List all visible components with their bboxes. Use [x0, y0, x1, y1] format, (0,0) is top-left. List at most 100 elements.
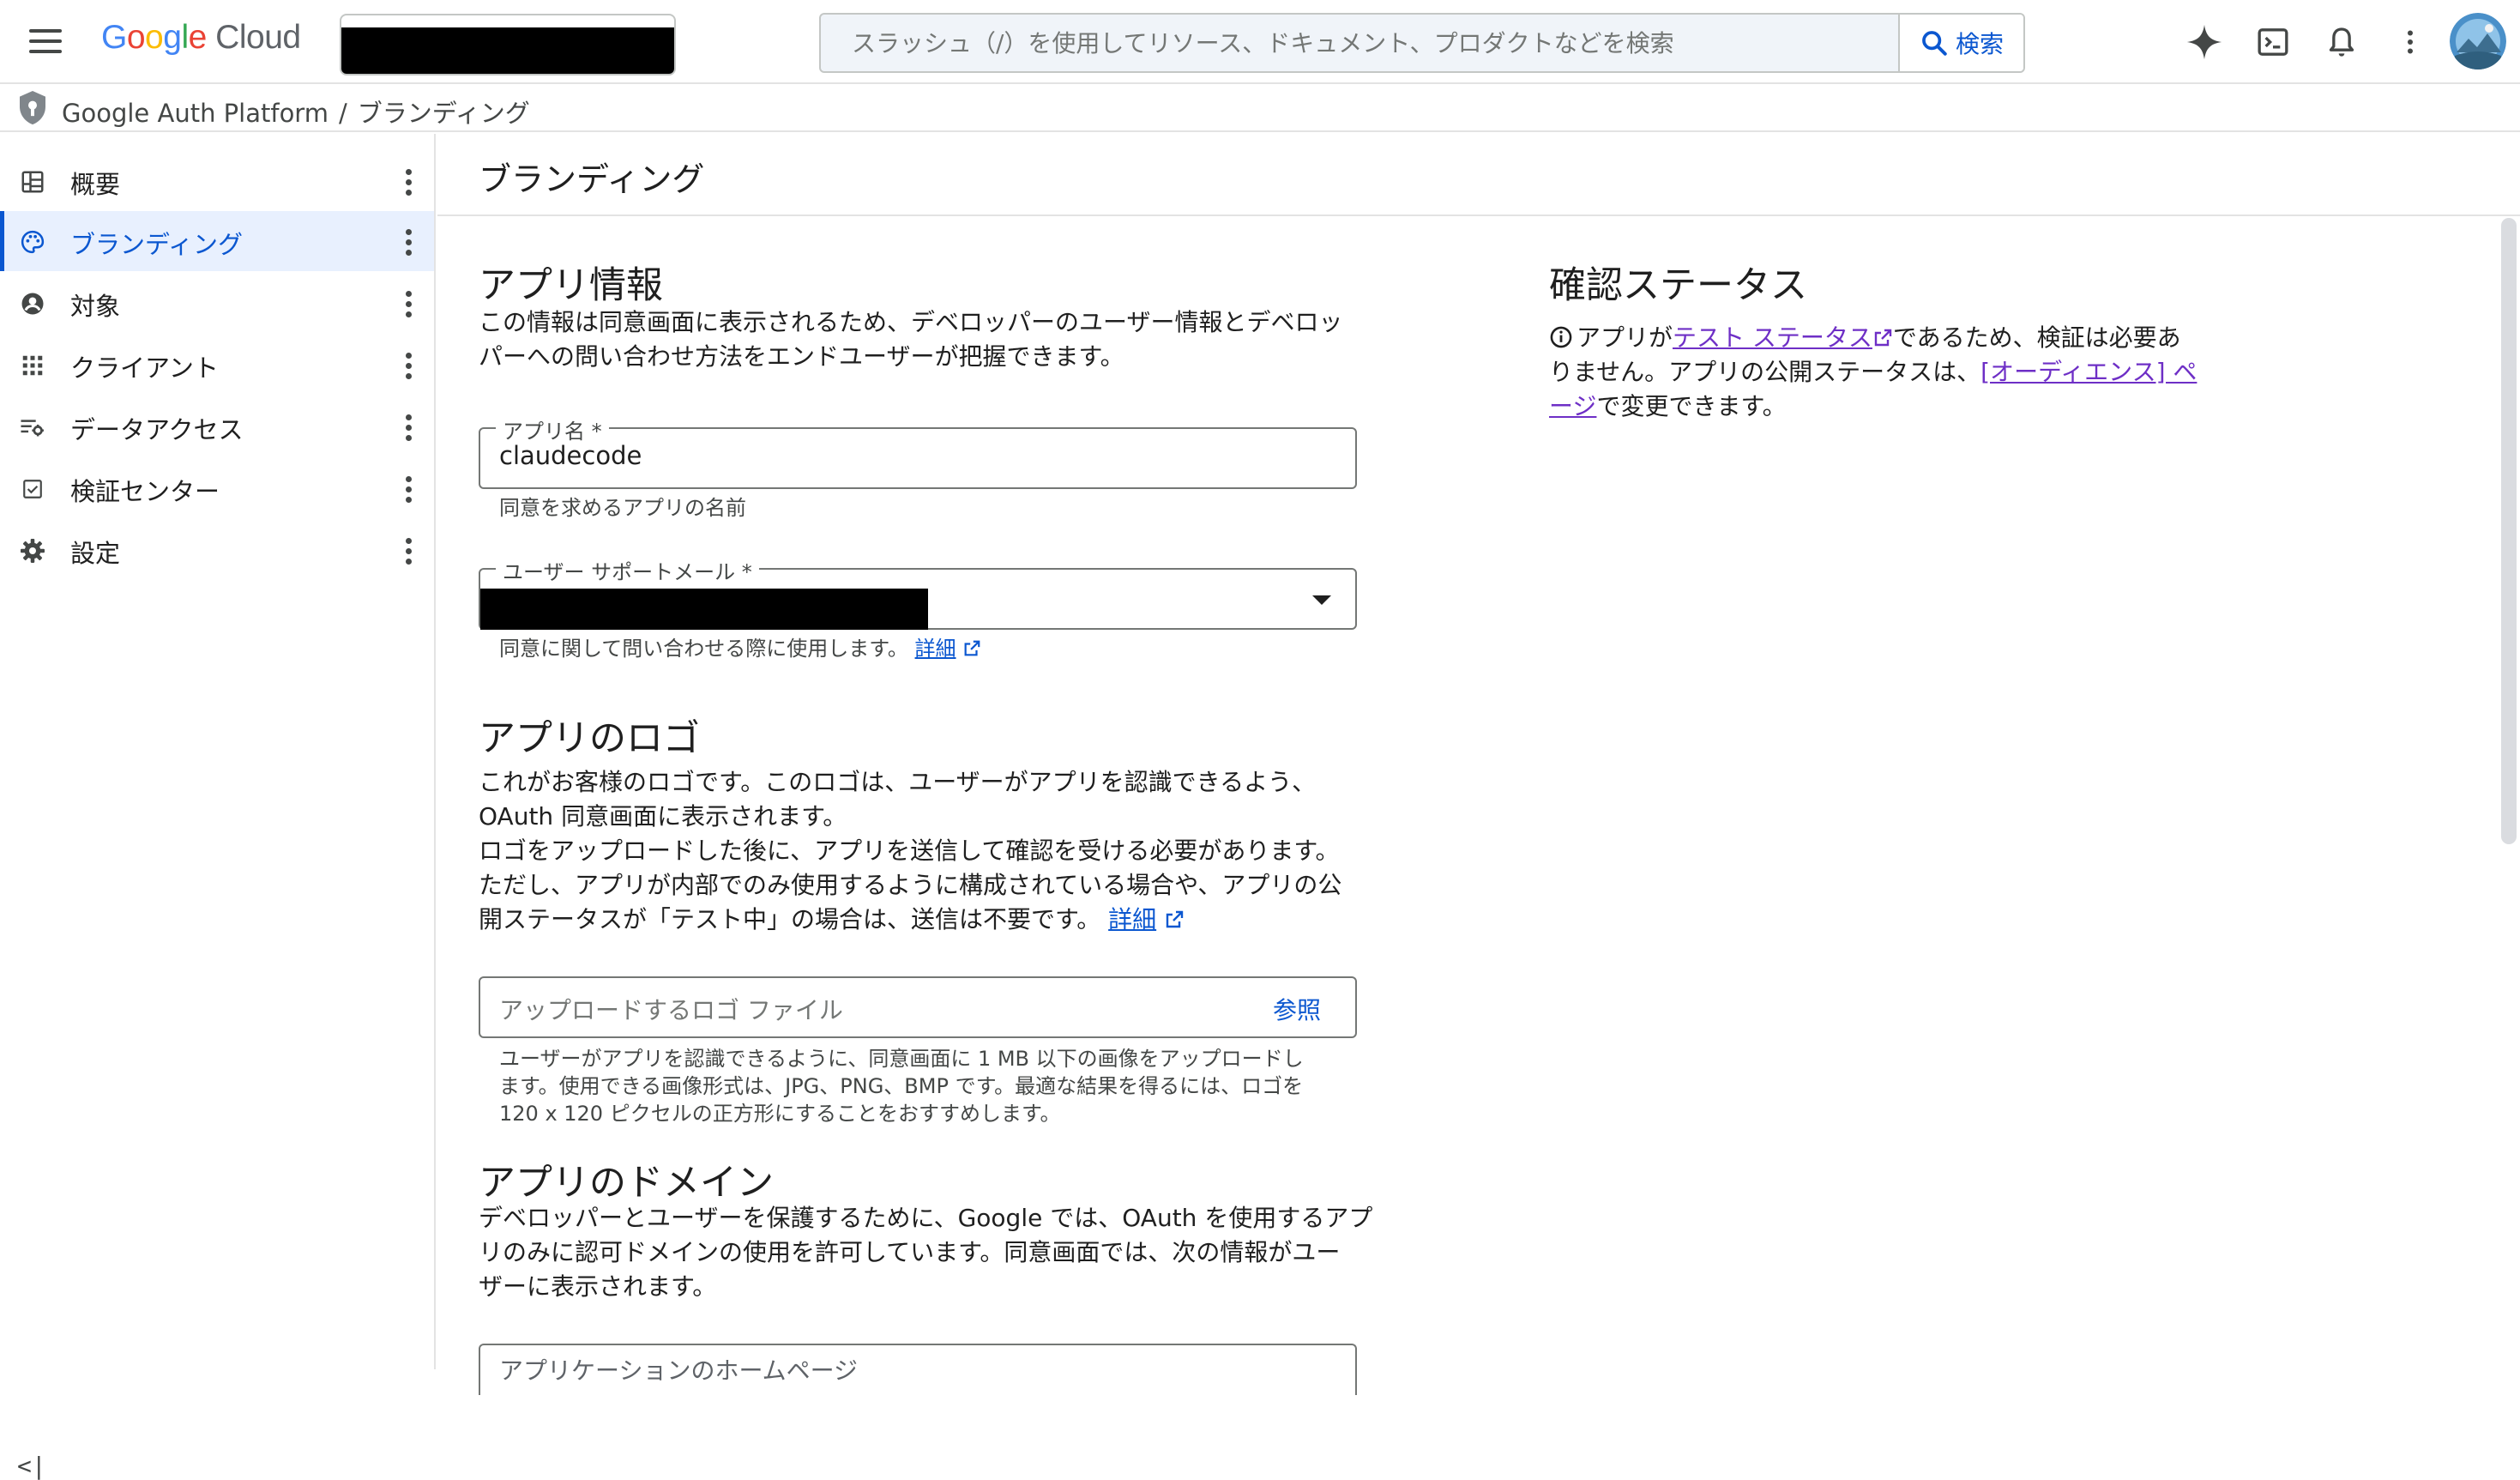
sidebar-item-more-button[interactable] — [393, 410, 424, 444]
redacted-project-name — [341, 27, 674, 74]
app-domain-description: デベロッパーとユーザーを保護するために、Google では、OAuth を使用す… — [479, 1201, 1422, 1304]
sidebar-item-label: 概要 — [70, 170, 121, 199]
sidebar-item-overview[interactable]: 概要 — [0, 151, 434, 211]
app-logo-description-text: 開ステータスが「テスト中」の場合は、送信は不要です。 — [479, 905, 1101, 933]
app-logo-description-line: ロゴをアップロードした後に、アプリを送信して確認を受ける必要があります。 — [479, 837, 1340, 865]
cloud-shell-button[interactable] — [2252, 21, 2294, 63]
breadcrumb: Google Auth Platform / ブランディング — [0, 84, 2520, 132]
terminal-icon — [2258, 28, 2288, 56]
top-bar: Google Cloud 検索 — [0, 0, 2520, 84]
sidebar-item-label: 対象 — [70, 292, 121, 321]
sidebar-item-more-button[interactable] — [393, 348, 424, 383]
sidebar-item-more-button[interactable] — [393, 225, 424, 259]
app-info-description: この情報は同意画面に表示されるため、デベロッパーのユーザー情報とデベロッ パーへ… — [479, 305, 1422, 374]
app-homepage-field[interactable]: アプリケーションのホームページ — [479, 1344, 1357, 1395]
verification-line2-text: りません。アプリの公開ステータスは、 — [1549, 358, 1981, 386]
search-input[interactable] — [821, 15, 1898, 71]
gemini-button[interactable] — [2184, 21, 2225, 63]
app-name-helper: 同意を求めるアプリの名前 — [499, 496, 746, 520]
audience-page-link[interactable]: [オーディエンス] ペ — [1980, 358, 2197, 386]
app-domain-description-line: リのみに認可ドメインの使用を許可しています。同意画面では、次の情報がユー — [479, 1238, 1341, 1266]
support-email-learn-more-link[interactable]: 詳細 — [915, 637, 956, 661]
app-info-description-line: パーへの問い合わせ方法をエンドユーザーが把握できます。 — [479, 342, 1124, 371]
verification-status-text: アプリがテスト ステータス であるため、検証は必要あ りません。アプリの公開ステー… — [1549, 321, 2201, 424]
breadcrumb-root[interactable]: Google Auth Platform — [62, 99, 329, 128]
sidebar-item-clients[interactable]: クライアント — [0, 335, 434, 395]
app-logo-description: これがお客様のロゴです。このロゴは、ユーザーがアプリを認識できるよう、 OAut… — [479, 765, 1422, 937]
verification-status-line: アプリがテスト ステータス であるため、検証は必要あ — [1549, 321, 2201, 355]
apps-grid-icon — [19, 352, 46, 379]
main-menu-button[interactable] — [24, 22, 69, 62]
support-email-label: ユーザー サポートメール * — [496, 555, 759, 585]
checkbox-icon — [19, 475, 46, 503]
open-in-new-icon — [1166, 910, 1184, 928]
breadcrumb-separator: / — [338, 99, 347, 128]
sidebar-item-label: データアクセス — [70, 415, 244, 444]
more-vert-icon — [2408, 30, 2413, 54]
app-name-input[interactable] — [499, 441, 1323, 470]
test-status-link[interactable]: テスト ステータス — [1673, 323, 1872, 352]
sidebar-item-label: ブランディング — [70, 230, 243, 259]
app-domain-heading: アプリのドメイン — [479, 1162, 774, 1205]
logo-upload-helper: ユーザーがアプリを認識できるように、同意画面に 1 MB 以下の画像をアップロー… — [499, 1045, 1357, 1127]
info-icon — [1550, 326, 1572, 348]
logo-cloud-text: Cloud — [215, 19, 301, 56]
app-logo-description-line: ただし、アプリが内部でのみ使用するように構成されている場合や、アプリの公 — [479, 871, 1342, 899]
sidebar-item-label: 検証センター — [70, 477, 220, 506]
app-name-field[interactable]: アプリ名 * — [479, 414, 1357, 489]
avatar-image — [2450, 13, 2506, 69]
collapse-sidebar-button[interactable]: <| — [17, 1452, 46, 1480]
open-in-new-icon — [1874, 329, 1892, 347]
main-scrollbar[interactable] — [2501, 218, 2517, 844]
sidebar-item-more-button[interactable] — [393, 287, 424, 321]
app-logo-description-line: これがお客様のロゴです。このロゴは、ユーザーがアプリを認識できるよう、 — [479, 768, 1317, 796]
sidebar-item-more-button[interactable] — [393, 534, 424, 568]
auth-platform-shield-icon — [15, 89, 50, 130]
more-options-button[interactable] — [2390, 21, 2431, 63]
search-button-label: 検索 — [1955, 30, 2004, 58]
sidebar-item-more-button[interactable] — [393, 165, 424, 199]
logo-upload-helper-line: ユーザーがアプリを認識できるように、同意画面に 1 MB 以下の画像をアップロー… — [499, 1047, 1304, 1071]
sidebar-item-verification-center[interactable]: 検証センター — [0, 458, 434, 518]
app-logo-description-line: OAuth 同意画面に表示されます。 — [479, 802, 847, 831]
sidebar-item-audience[interactable]: 対象 — [0, 273, 434, 333]
app-logo-learn-more-link[interactable]: 詳細 — [1108, 905, 1156, 933]
breadcrumb-text: Google Auth Platform / ブランディング — [62, 94, 530, 130]
sidebar-item-branding[interactable]: ブランディング — [0, 211, 434, 271]
sparkle-icon — [2186, 24, 2222, 60]
app-info-heading: アプリ情報 — [479, 264, 663, 307]
sidebar-item-label: クライアント — [70, 353, 219, 383]
gear-icon — [19, 537, 46, 565]
search-icon — [1922, 31, 1947, 56]
page-header: ブランディング — [437, 134, 2520, 216]
sidebar-item-settings[interactable]: 設定 — [0, 520, 434, 580]
google-cloud-logo[interactable]: Google Cloud — [101, 19, 301, 57]
notifications-button[interactable] — [2321, 21, 2362, 63]
project-picker[interactable] — [340, 14, 676, 76]
support-email-helper-text: 同意に関して問い合わせる際に使用します。 — [499, 637, 908, 661]
app-domain-description-line: デベロッパーとユーザーを保護するために、Google では、OAuth を使用す… — [479, 1204, 1373, 1232]
app-info-description-line: この情報は同意画面に表示されるため、デベロッパーのユーザー情報とデベロッ — [479, 308, 1343, 336]
app-domain-description-line: ザーに表示されます。 — [479, 1272, 717, 1301]
app-logo-description-line: 開ステータスが「テスト中」の場合は、送信は不要です。 詳細 — [479, 903, 1422, 937]
sidebar-item-data-access[interactable]: データアクセス — [0, 396, 434, 456]
account-avatar[interactable] — [2450, 13, 2506, 69]
logo-upload-field[interactable]: アップロードするロゴ ファイル 参照 — [479, 976, 1357, 1038]
chevron-down-icon[interactable] — [1312, 595, 1331, 605]
support-email-select[interactable]: ユーザー サポートメール * — [479, 555, 1357, 630]
search-button[interactable]: 検索 — [1898, 15, 2023, 71]
verification-status-heading: 確認ステータス — [1549, 264, 1807, 307]
sidebar-item-more-button[interactable] — [393, 472, 424, 506]
sidebar-item-label: 設定 — [70, 539, 121, 568]
search-bar: 検索 — [819, 13, 2025, 73]
sidebar: 概要 ブランディング 対象 クライアント データアクセス 検証センター 設定 <… — [0, 134, 436, 1480]
logo-google-text: Google — [101, 19, 207, 56]
verification-line3-text: で変更できます。 — [1596, 392, 1787, 420]
palette-icon — [19, 228, 46, 256]
verification-text-before: アプリが — [1577, 323, 1673, 352]
data-settings-icon — [19, 414, 46, 441]
breadcrumb-current: ブランディング — [357, 99, 530, 128]
logo-upload-placeholder: アップロードするロゴ ファイル — [499, 996, 843, 1024]
browse-button[interactable]: 参照 — [1273, 992, 1321, 1026]
audience-page-link-continued[interactable]: ージ — [1549, 392, 1596, 420]
